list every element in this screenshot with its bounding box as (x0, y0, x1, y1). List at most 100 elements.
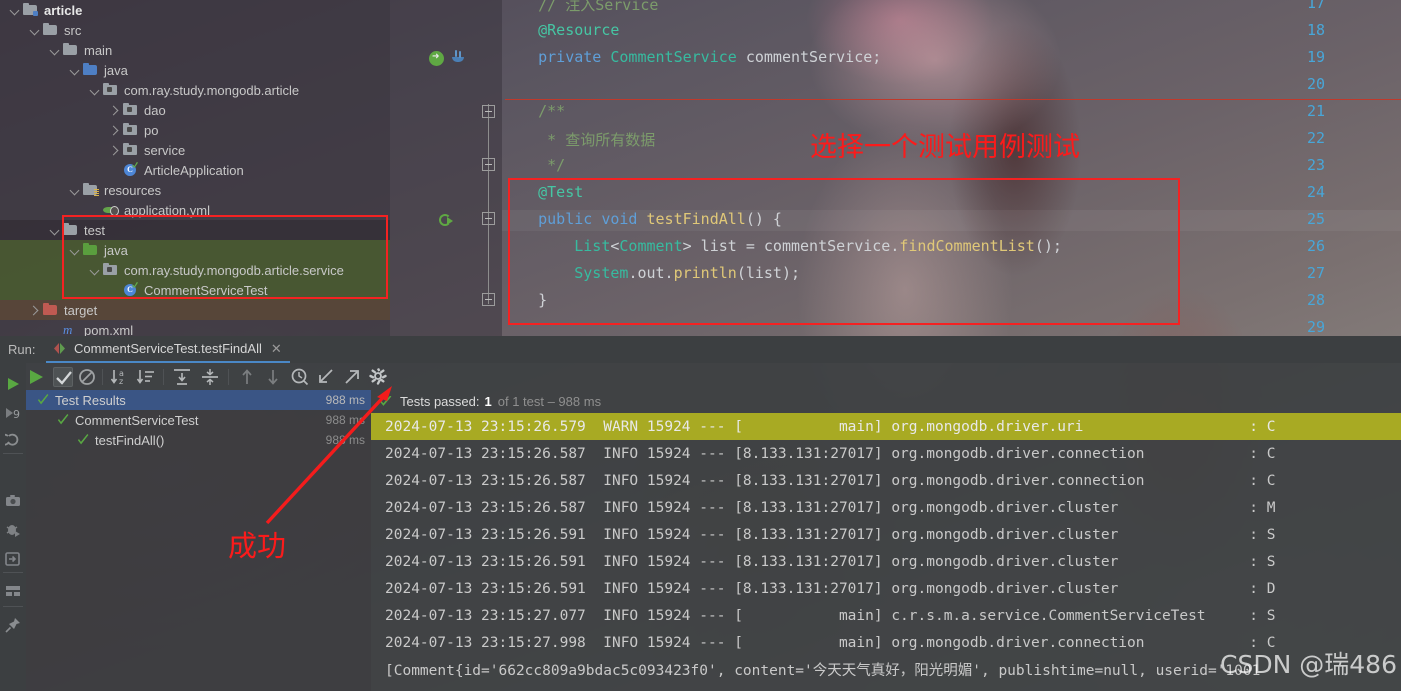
editor-line-number: 29 (1306, 318, 1325, 336)
stop-icon[interactable] (5, 463, 21, 479)
editor-line-number: 22 (1306, 129, 1325, 147)
editor-line-number: 17 (1306, 0, 1325, 12)
chevron-down-icon[interactable] (88, 84, 101, 97)
export-results-icon[interactable] (342, 367, 362, 387)
screenshot-icon[interactable] (5, 493, 21, 509)
project-tree-item-label: resources (104, 182, 162, 198)
project-tree-item-com-ray-study-mongodb-article[interactable]: com.ray.study.mongodb.article (0, 80, 390, 100)
editor-code-line[interactable]: private CommentService commentService; (502, 48, 881, 66)
fold-toggle-icon[interactable] (482, 105, 495, 118)
project-tree-item-application-yml[interactable]: application.yml (0, 200, 390, 220)
editor-code-line[interactable]: } (502, 291, 547, 309)
chevron-down-icon[interactable] (48, 224, 61, 237)
chevron-down-icon[interactable] (28, 24, 41, 37)
project-tree-item-articleapplication[interactable]: C ArticleApplication (0, 160, 390, 180)
editor-code-line[interactable]: * 查询所有数据 (502, 129, 655, 150)
toolbar-divider (3, 572, 23, 573)
folder-grey-icon (62, 222, 79, 238)
project-tree-item-target[interactable]: target (0, 300, 390, 320)
chevron-down-icon[interactable] (68, 244, 81, 257)
close-icon[interactable]: ✕ (271, 341, 282, 357)
fold-toggle-icon[interactable] (482, 158, 495, 171)
fold-toggle-icon[interactable] (482, 212, 495, 225)
history-icon[interactable] (290, 367, 310, 387)
fold-rail (488, 104, 489, 304)
test-result-row[interactable]: Test Results 988 ms (26, 390, 371, 410)
export-icon[interactable] (5, 551, 21, 567)
fold-toggle-icon[interactable] (482, 293, 495, 306)
project-tree-item-label: java (104, 62, 128, 78)
collapse-all-icon[interactable] (200, 367, 220, 387)
hide-ignored-icon[interactable] (77, 367, 97, 387)
sort-alphabetically-icon[interactable]: a z (110, 367, 130, 387)
chevron-down-icon[interactable] (68, 64, 81, 77)
next-icon[interactable] (263, 367, 283, 387)
editor-code-line[interactable]: /** (502, 102, 565, 120)
chevron-down-icon[interactable] (8, 4, 21, 17)
rerun-icon[interactable] (5, 376, 21, 392)
show-passed-icon[interactable] (53, 367, 73, 387)
chevron-right-icon[interactable] (28, 304, 41, 317)
project-tree-item-pom-xml[interactable]: m pom.xml (0, 320, 390, 337)
chevron-right-icon[interactable] (108, 124, 121, 137)
run-test-icon[interactable] (439, 213, 455, 229)
project-tree-item-service[interactable]: service (0, 140, 390, 160)
restart-icon[interactable] (0, 433, 21, 449)
project-tree-item-dao[interactable]: dao (0, 100, 390, 120)
chevron-right-icon[interactable] (108, 144, 121, 157)
tests-passed-label: Tests passed: (400, 394, 480, 409)
editor-code-line[interactable]: public void testFindAll() { (502, 210, 782, 228)
test-runner-toolbar[interactable]: a z (26, 363, 1401, 390)
project-tree-item-src[interactable]: src (0, 20, 390, 40)
console-log-line: 2024-07-13 23:15:26.579 WARN 15924 --- [… (371, 413, 1401, 440)
project-tree-item-po[interactable]: po (0, 120, 390, 140)
test-result-label: CommentServiceTest (75, 412, 199, 428)
pin-icon[interactable] (5, 617, 21, 633)
modified-line-marker (505, 99, 1401, 100)
editor-code-line[interactable]: List<Comment> list = commentService.find… (502, 237, 1062, 255)
project-tree-item-com-ray-study-mongodb-article-service[interactable]: com.ray.study.mongodb.article.service (0, 260, 390, 280)
test-result-row[interactable]: CommentServiceTest 988 ms (26, 410, 371, 430)
expand-all-icon[interactable] (172, 367, 192, 387)
console-log-line: 2024-07-13 23:15:26.591 INFO 15924 --- [… (385, 553, 1276, 570)
project-tree-item-label: service (144, 142, 186, 158)
debug-icon[interactable] (5, 522, 21, 538)
editor-code-line[interactable]: */ (502, 156, 565, 174)
run-side-toolbar[interactable]: 9 (0, 363, 26, 691)
project-tree-item-java[interactable]: java (0, 60, 390, 80)
rerun-tests-icon[interactable] (26, 367, 46, 387)
project-tree-item-article[interactable]: article (0, 0, 390, 20)
chevron-none-icon (88, 204, 101, 217)
project-tree-item-main[interactable]: main (0, 40, 390, 60)
project-tree-pane[interactable]: article src main java com.ray.study.mongodb.… (0, 0, 390, 336)
project-tree-item-commentservicetest[interactable]: C CommentServiceTest (0, 280, 390, 300)
rerun-9-icon[interactable]: 9 (5, 405, 21, 421)
sort-by-duration-icon[interactable] (136, 367, 156, 387)
import-results-icon[interactable] (316, 367, 336, 387)
previous-icon[interactable] (237, 367, 257, 387)
chevron-down-icon[interactable] (68, 184, 81, 197)
test-result-row[interactable]: testFindAll() 988 ms (26, 430, 371, 450)
editor-code-line[interactable]: @Resource (502, 21, 619, 39)
folder-red-icon (42, 302, 59, 318)
project-tree-item-resources[interactable]: resources (0, 180, 390, 200)
chevron-down-icon[interactable] (48, 44, 61, 57)
svg-text:9: 9 (13, 408, 20, 421)
editor-code-line[interactable]: @Test (502, 183, 583, 201)
console-log-line: 2024-07-13 23:15:26.587 INFO 15924 --- [… (385, 499, 1276, 516)
settings-icon[interactable] (369, 367, 389, 387)
csdn-watermark: CSDN @瑞486 (1220, 650, 1397, 679)
spring-bean-icon[interactable] (429, 49, 444, 66)
layout-icon[interactable] (5, 583, 21, 599)
editor-code-line[interactable]: System.out.println(list); (502, 264, 800, 282)
chevron-down-icon[interactable] (88, 264, 101, 277)
annotation-select-test-case: 选择一个测试用例测试 (810, 132, 1080, 163)
code-editor[interactable]: // 注入Service @Resource private CommentSe… (390, 0, 1401, 336)
chevron-right-icon[interactable] (108, 104, 121, 117)
project-tree-item-test[interactable]: test (0, 220, 390, 240)
test-results-tree[interactable]: Test Results 988 ms CommentServiceTest 988 … (26, 390, 371, 691)
java-class-icon[interactable] (450, 50, 466, 66)
editor-code-line[interactable]: // 注入Service (502, 0, 658, 15)
run-tab-comment-service-test[interactable]: CommentServiceTest.testFindAll ✕ (46, 336, 290, 363)
project-tree-item-java[interactable]: java (0, 240, 390, 260)
